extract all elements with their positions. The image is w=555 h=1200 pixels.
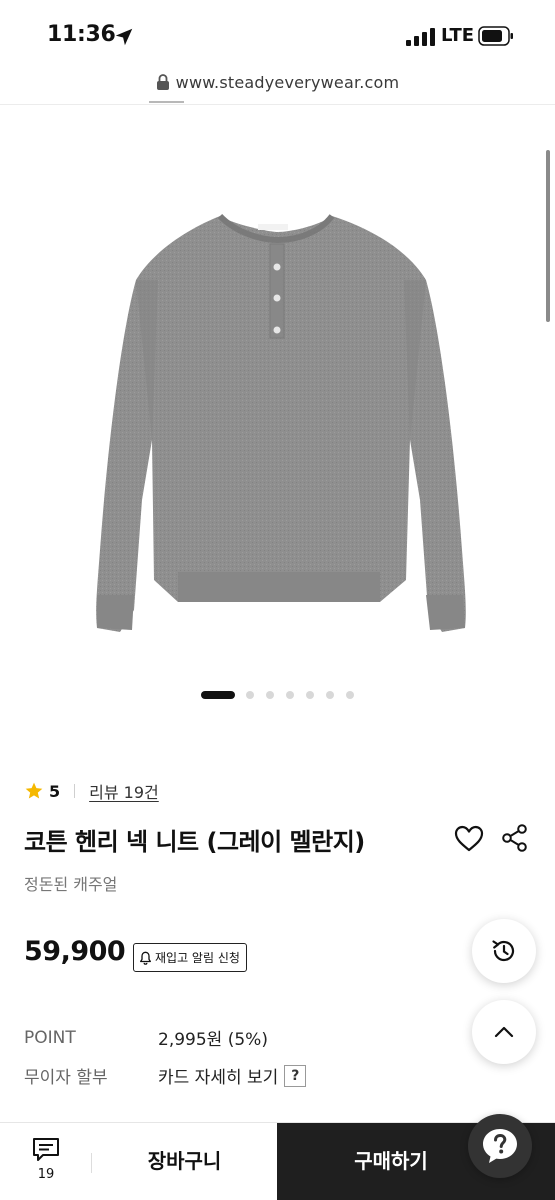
scroll-to-top-button[interactable] [472,1000,536,1064]
point-row: POINT 2,995원 (5%) [24,1025,268,1051]
gallery-dot[interactable] [326,691,334,699]
inquiry-count: 19 [37,1167,55,1182]
product-price: 59,900 [24,936,126,967]
divider [74,784,76,798]
product-subtitle: 정돈된 캐주얼 [24,875,118,894]
url-bar[interactable]: www.steadyeverywear.com [0,64,555,100]
restock-alert-button[interactable]: 재입고 알림 신청 [133,943,247,972]
point-label: POINT [24,1027,76,1048]
recent-history-button[interactable] [472,919,536,983]
history-icon [492,940,515,962]
heart-icon[interactable] [453,823,485,855]
divider [0,104,555,105]
gallery-dot[interactable] [266,691,274,699]
location-arrow-icon [115,28,133,46]
bell-icon [140,951,151,965]
lock-icon [156,74,169,90]
share-icon[interactable] [500,823,530,853]
url-bar-underline [149,101,184,103]
gallery-dot[interactable] [286,691,294,699]
chat-icon [33,1138,59,1161]
point-value: 2,995원 (5%) [158,1030,268,1050]
installment-label: 무이자 할부 [24,1068,108,1088]
gallery-pagination [0,690,555,700]
gallery-dot[interactable] [306,691,314,699]
help-chat-button[interactable] [468,1114,532,1178]
battery-icon [478,26,513,46]
rating-row: 5 리뷰 19건 [24,779,159,803]
installment-help-button[interactable]: ? [284,1064,307,1087]
signal-icon [406,28,435,46]
star-icon [25,782,43,799]
rating-value: 5 [49,781,61,801]
gallery-dot-active[interactable] [201,691,235,699]
network-type: LTE [441,25,475,46]
card-details-link[interactable]: 카드 자세히 보기 [158,1063,278,1088]
restock-alert-label: 재입고 알림 신청 [155,951,240,965]
review-count-link[interactable]: 리뷰 19건 [89,779,159,803]
status-bar: 11:36 LTE [0,0,555,70]
page-scrollbar[interactable] [546,150,550,322]
gallery-dot[interactable] [246,691,254,699]
question-chat-icon [483,1129,517,1163]
url-text: www.steadyeverywear.com [175,72,400,92]
chevron-up-icon [494,1026,514,1038]
status-time: 11:36 [47,22,116,47]
installment-row: 무이자 할부 카드 자세히 보기 ? [24,1063,307,1088]
add-to-cart-button[interactable]: 장바구니 [92,1123,277,1200]
product-image[interactable] [70,140,485,660]
inquiry-button[interactable]: 19 [28,1137,64,1189]
product-title: 코튼 헨리 넥 니트 (그레이 멜란지) [24,828,365,856]
gallery-dot[interactable] [346,691,354,699]
